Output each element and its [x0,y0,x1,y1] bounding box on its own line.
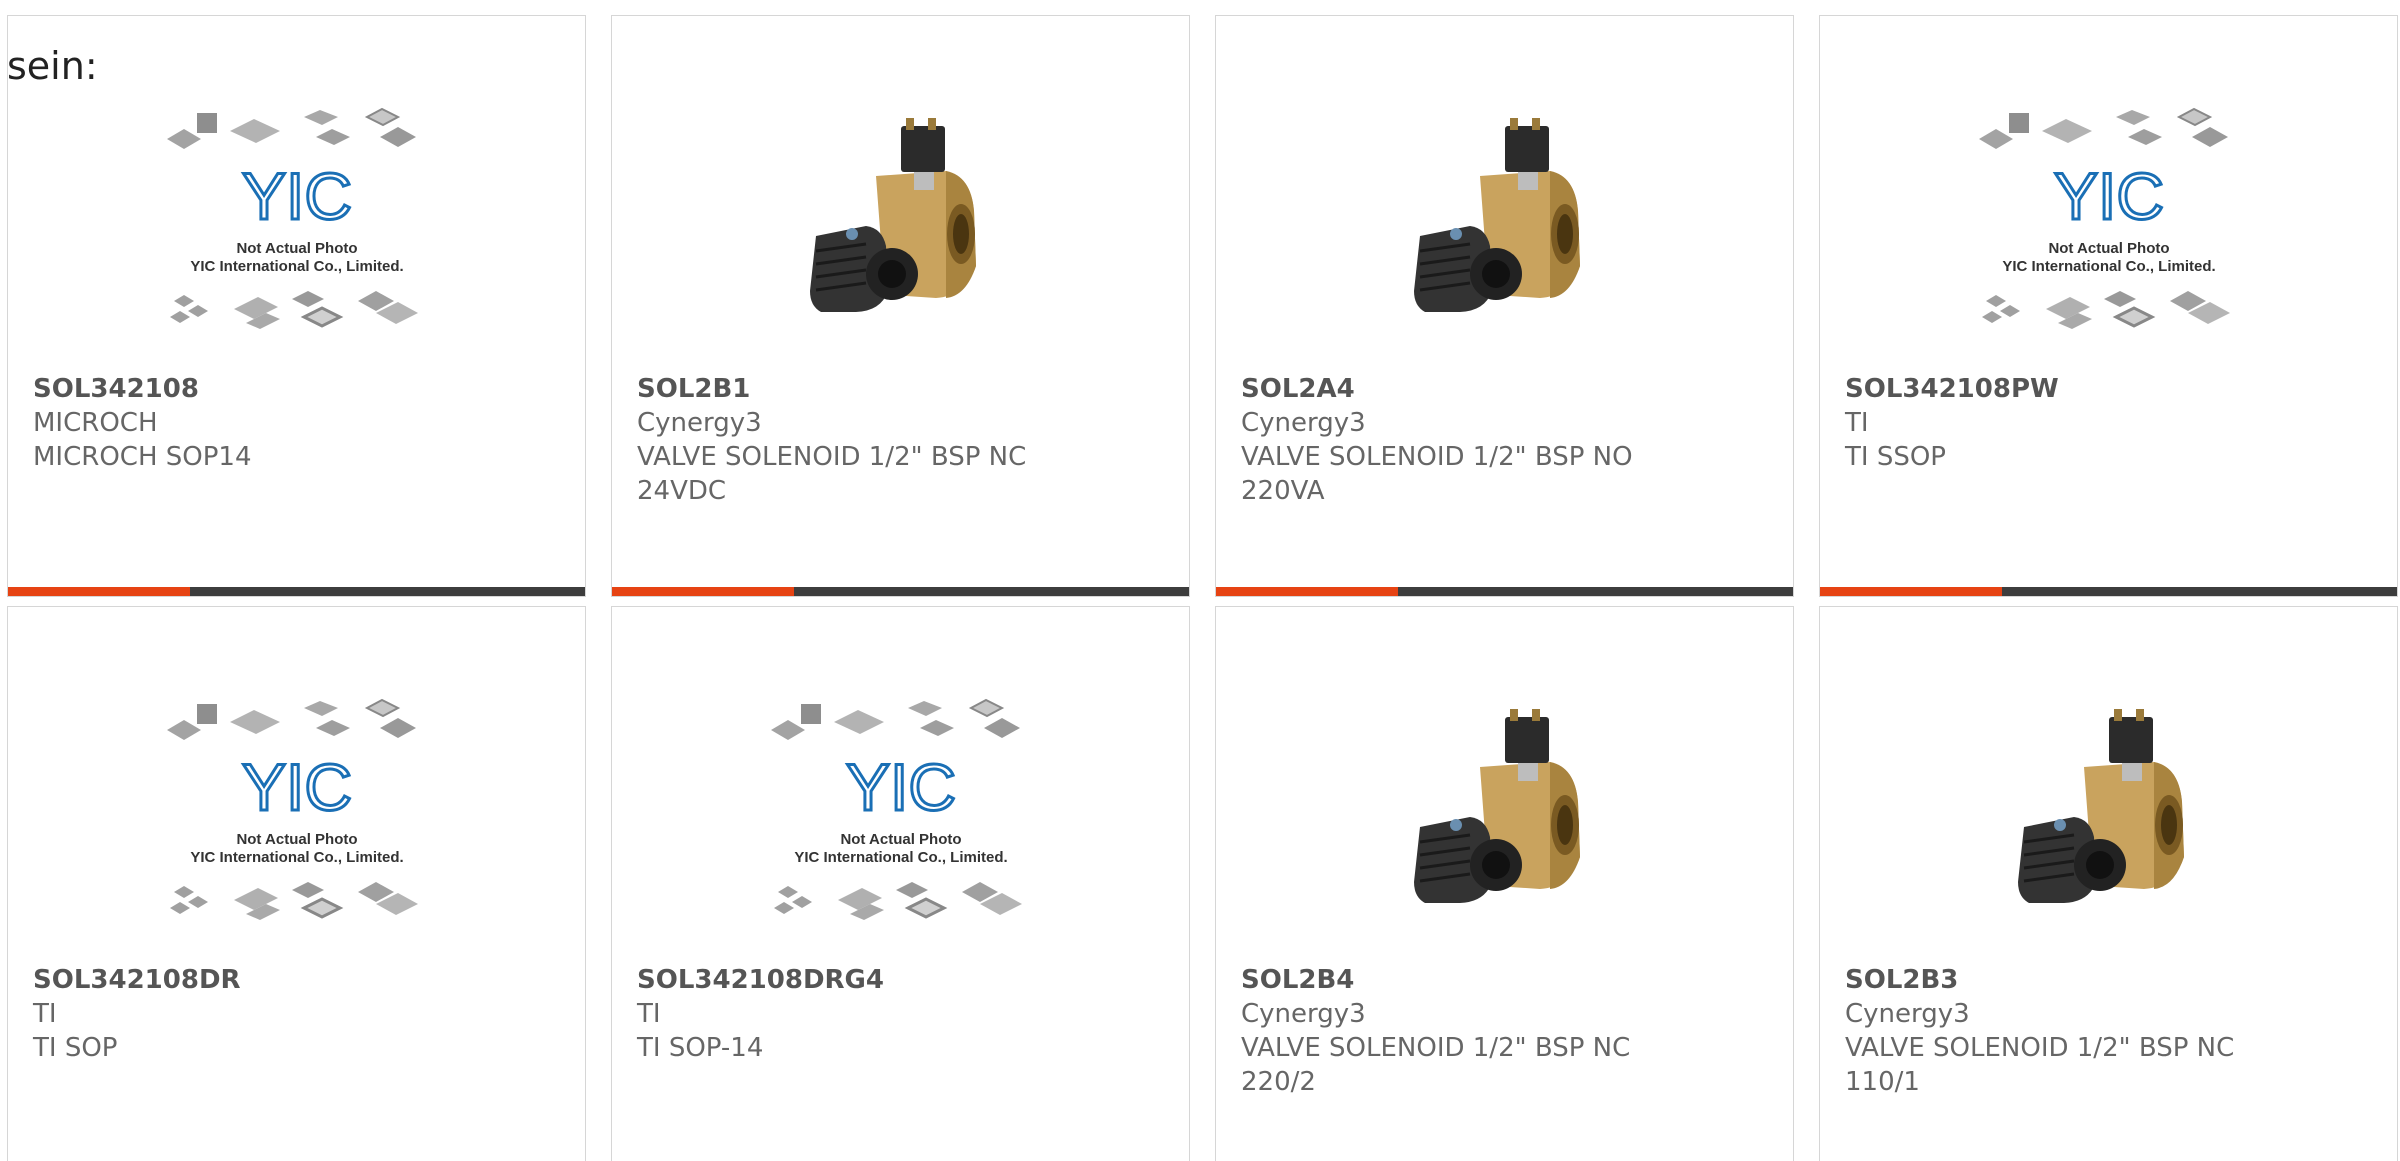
placeholder-line2: YIC International Co., Limited. [190,849,403,866]
product-manufacturer: Cynergy3 [1241,408,1366,438]
placeholder-line2: YIC International Co., Limited. [2002,258,2215,275]
product-card[interactable]: SOL2A4 Cynergy3 VALVE SOLENOID 1/2" BSP NO… [1215,15,1794,597]
product-manufacturer: TI [33,999,57,1029]
product-image[interactable] [637,76,1164,366]
product-card[interactable]: SOL2B4 Cynergy3 VALVE SOLENOID 1/2" BSP NC… [1215,606,1794,1161]
card-bottom-bar [1820,587,2397,596]
product-manufacturer: Cynergy3 [637,408,762,438]
solenoid-valve-image [1399,707,1610,917]
product-info: SOL2B3 Cynergy3 VALVE SOLENOID 1/2" BSP NC… [1845,963,2377,1099]
product-manufacturer: TI [1845,408,1869,438]
product-image[interactable]: YIC Not Actual Photo YIC International C… [33,76,560,366]
product-manufacturer: Cynergy3 [1241,999,1366,1029]
product-info: SOL342108DRG4 TI TI SOP-14 [637,963,1169,1065]
placeholder-line1: Not Actual Photo [236,240,357,257]
intro-text: sein: [7,44,98,88]
product-image[interactable] [1241,76,1768,366]
product-image[interactable]: YIC Not Actual Photo YIC International C… [1845,76,2372,366]
product-card[interactable]: SOL2B1 Cynergy3 VALVE SOLENOID 1/2" BSP NC… [611,15,1190,597]
product-card[interactable]: SOL2B3 Cynergy3 VALVE SOLENOID 1/2" BSP NC… [1819,606,2398,1161]
product-image[interactable]: YIC Not Actual Photo YIC International C… [637,667,1164,957]
product-card[interactable]: YIC Not Actual Photo YIC International C… [1819,15,2398,597]
placeholder-line1: Not Actual Photo [2048,240,2169,257]
card-accent-bar [612,587,794,596]
solenoid-valve-image [1399,116,1610,326]
placeholder-line2: YIC International Co., Limited. [794,849,1007,866]
product-description: VALVE SOLENOID 1/2" BSP NC 220/2 [1241,1033,1631,1097]
solenoid-valve-image [795,116,1006,326]
yic-logo-text: YIC [845,750,955,824]
product-part-number[interactable]: SOL2B4 [1241,963,1773,997]
placeholder-line1: Not Actual Photo [840,831,961,848]
product-info: SOL342108DR TI TI SOP [33,963,565,1065]
product-part-number[interactable]: SOL2B1 [637,372,1169,406]
product-image[interactable] [1845,667,2372,957]
product-card[interactable]: YIC Not Actual Photo YIC International C… [7,15,586,597]
card-bottom-bar [612,587,1189,596]
product-description: VALVE SOLENOID 1/2" BSP NO 220VA [1241,442,1633,506]
product-part-number[interactable]: SOL2A4 [1241,372,1773,406]
product-part-number[interactable]: SOL342108 [33,372,565,406]
product-manufacturer: TI [637,999,661,1029]
product-description: TI SOP-14 [637,1033,764,1063]
product-grid-page: sein: YIC Not Actual Photo YIC Internati… [0,0,2400,1161]
placeholder-line1: Not Actual Photo [236,831,357,848]
product-image[interactable]: YIC Not Actual Photo YIC International C… [33,667,560,957]
not-actual-photo-image: YIC Not Actual Photo YIC International C… [770,698,1022,920]
product-description: TI SSOP [1845,442,1946,472]
card-accent-bar [8,587,190,596]
product-description: VALVE SOLENOID 1/2" BSP NC 110/1 [1845,1033,2235,1097]
product-description: VALVE SOLENOID 1/2" BSP NC 24VDC [637,442,1027,506]
product-manufacturer: MICROCH [33,408,158,438]
yic-logo-text: YIC [241,750,351,824]
product-part-number[interactable]: SOL342108DR [33,963,565,997]
card-bottom-bar [8,587,585,596]
yic-logo-text: YIC [2053,159,2163,233]
yic-logo-text: YIC [241,159,351,233]
placeholder-line2: YIC International Co., Limited. [190,258,403,275]
product-card[interactable]: YIC Not Actual Photo YIC International C… [611,606,1190,1161]
product-manufacturer: Cynergy3 [1845,999,1970,1029]
solenoid-valve-image [2003,707,2214,917]
product-info: SOL2B4 Cynergy3 VALVE SOLENOID 1/2" BSP NC… [1241,963,1773,1099]
product-description: TI SOP [33,1033,118,1063]
not-actual-photo-image: YIC Not Actual Photo YIC International C… [166,107,418,329]
product-info: SOL342108PW TI TI SSOP [1845,372,2377,474]
not-actual-photo-image: YIC Not Actual Photo YIC International C… [166,698,418,920]
product-card[interactable]: YIC Not Actual Photo YIC International C… [7,606,586,1161]
product-info: SOL2A4 Cynergy3 VALVE SOLENOID 1/2" BSP NO… [1241,372,1773,508]
product-info: SOL2B1 Cynergy3 VALVE SOLENOID 1/2" BSP NC… [637,372,1169,508]
product-part-number[interactable]: SOL342108DRG4 [637,963,1169,997]
card-accent-bar [1216,587,1398,596]
product-info: SOL342108 MICROCH MICROCH SOP14 [33,372,565,474]
not-actual-photo-image: YIC Not Actual Photo YIC International C… [1978,107,2230,329]
product-part-number[interactable]: SOL342108PW [1845,372,2377,406]
card-bottom-bar [1216,587,1793,596]
product-description: MICROCH SOP14 [33,442,252,472]
product-image[interactable] [1241,667,1768,957]
product-part-number[interactable]: SOL2B3 [1845,963,2377,997]
card-accent-bar [1820,587,2002,596]
